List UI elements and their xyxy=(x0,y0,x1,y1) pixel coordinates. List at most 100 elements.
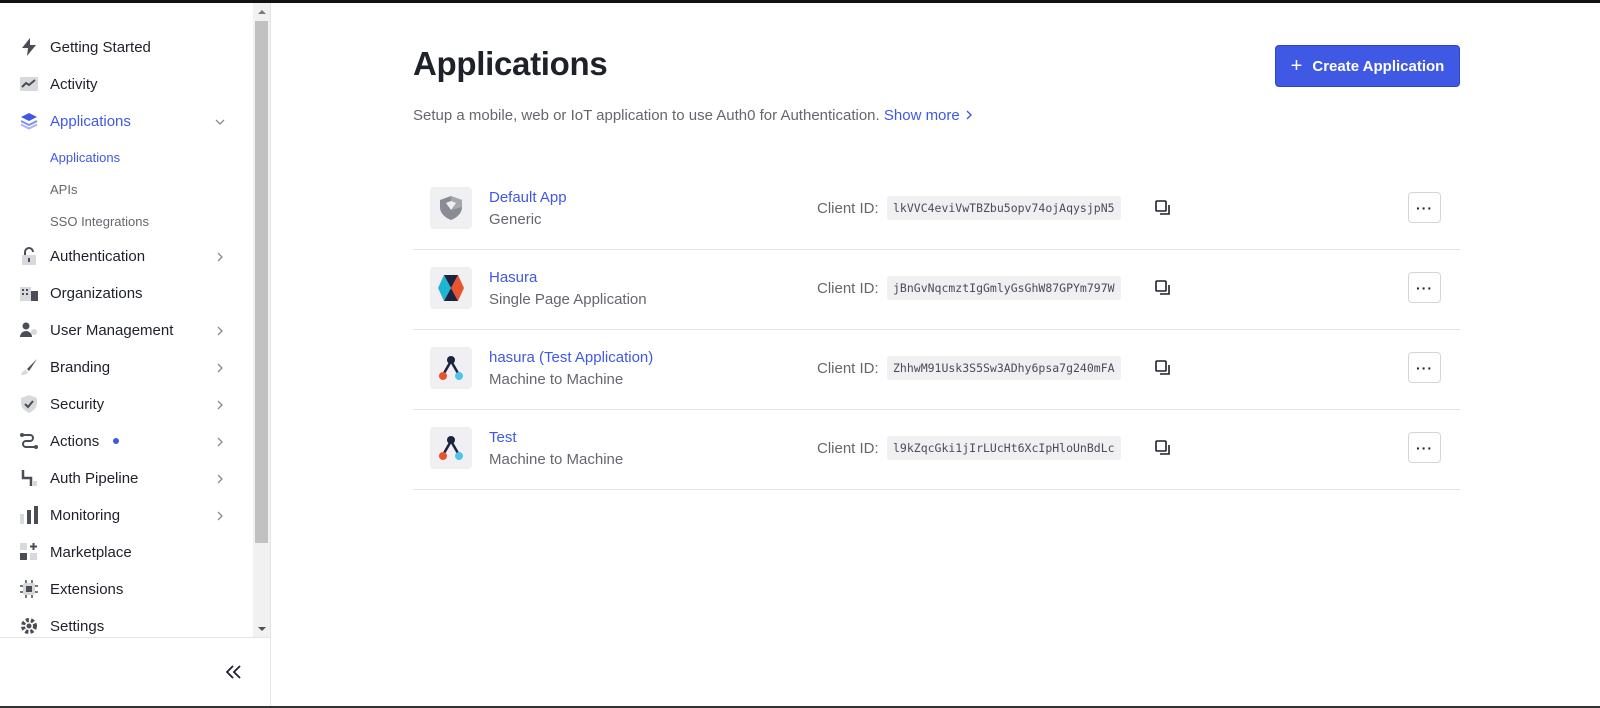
scroll-down-arrow-icon[interactable] xyxy=(253,620,270,637)
grid-plus-icon xyxy=(20,543,38,561)
more-options-button[interactable]: ··· xyxy=(1408,432,1441,463)
sidebar-item-authentication[interactable]: Authentication xyxy=(0,239,253,273)
page-title: Applications xyxy=(413,45,608,82)
chevron-right-icon xyxy=(214,509,226,521)
sidebar-item-monitoring[interactable]: Monitoring xyxy=(0,498,253,532)
pipeline-icon xyxy=(20,469,38,487)
user-gear-icon xyxy=(20,321,38,339)
sidebar-footer xyxy=(0,637,270,706)
plus-icon: + xyxy=(1290,55,1303,77)
bar-chart-icon xyxy=(20,506,38,524)
more-options-button[interactable]: ··· xyxy=(1408,352,1441,383)
client-id-value: jBnGvNqcmztIgGmlyGsGhW87GPYm797W xyxy=(887,276,1121,300)
chevron-right-icon xyxy=(214,324,226,336)
sidebar-item-label: Marketplace xyxy=(50,543,132,561)
sidebar-item-extensions[interactable]: Extensions xyxy=(0,572,253,606)
description-text: Setup a mobile, web or IoT application t… xyxy=(413,107,880,124)
copy-icon[interactable] xyxy=(1154,439,1172,457)
m2m-logo-icon xyxy=(430,347,472,389)
application-name-link[interactable]: Default App xyxy=(489,189,567,206)
application-name-link[interactable]: hasura (Test Application) xyxy=(489,349,653,366)
chevron-right-icon xyxy=(214,361,226,373)
notification-dot xyxy=(113,438,119,444)
more-options-button[interactable]: ··· xyxy=(1408,272,1441,303)
sidebar-item-security[interactable]: Security xyxy=(0,387,253,421)
sidebar-item-label: User Management xyxy=(50,321,174,339)
chevron-right-icon xyxy=(214,250,226,262)
sidebar-scrollbar[interactable] xyxy=(253,3,270,637)
sidebar-subitem-sso-integrations[interactable]: SSO Integrations xyxy=(50,214,149,229)
show-more-label: Show more xyxy=(883,107,960,124)
application-type: Machine to Machine xyxy=(489,371,624,388)
application-name-link[interactable]: Hasura xyxy=(489,269,537,286)
application-row: Default App Generic Client ID: lkVVC4evi… xyxy=(413,170,1460,250)
sidebar-item-label: Security xyxy=(50,395,105,413)
gear-icon xyxy=(20,617,38,635)
chevron-right-icon xyxy=(214,472,226,484)
sidebar-item-actions[interactable]: Actions xyxy=(0,424,253,458)
page-description: Setup a mobile, web or IoT application t… xyxy=(413,107,974,124)
shield-check-icon xyxy=(20,395,38,413)
sidebar-item-label: Activity xyxy=(50,75,98,93)
show-more-link[interactable]: Show more xyxy=(884,107,974,124)
double-chevron-left-icon xyxy=(226,665,241,679)
sidebar-item-label: Branding xyxy=(50,358,111,376)
hasura-logo-icon xyxy=(430,267,472,309)
scroll-thumb[interactable] xyxy=(255,21,268,543)
sidebar-item-label: Settings xyxy=(50,617,105,635)
m2m-logo-icon xyxy=(430,427,472,469)
chip-icon xyxy=(20,580,38,598)
sidebar-item-settings[interactable]: Settings xyxy=(0,609,253,637)
application-type: Single Page Application xyxy=(489,291,647,308)
sidebar-nav: Getting Started Activity Applications Ap… xyxy=(0,3,253,637)
application-row: Hasura Single Page Application Client ID… xyxy=(413,250,1460,330)
application-list: Default App Generic Client ID: lkVVC4evi… xyxy=(413,170,1460,490)
application-row: hasura (Test Application) Machine to Mac… xyxy=(413,330,1460,410)
sidebar-item-user-management[interactable]: User Management xyxy=(0,313,253,347)
client-id-value: l9kZqcGki1jIrLUcHt6XcIpHloUnBdLc xyxy=(887,436,1121,460)
copy-icon[interactable] xyxy=(1154,199,1172,217)
create-application-button[interactable]: + Create Application xyxy=(1275,45,1460,87)
lock-icon xyxy=(20,247,38,265)
flow-icon xyxy=(20,432,38,450)
client-id-label: Client ID: xyxy=(817,200,879,217)
sidebar-item-activity[interactable]: Activity xyxy=(0,67,253,101)
application-name-link[interactable]: Test xyxy=(489,429,517,446)
create-application-label: Create Application xyxy=(1312,57,1445,75)
chevron-down-icon xyxy=(214,115,226,127)
chevron-right-icon xyxy=(214,398,226,410)
main-content: Applications + Create Application Setup … xyxy=(271,3,1600,706)
client-id-label: Client ID: xyxy=(817,440,879,457)
collapse-sidebar-button[interactable] xyxy=(222,660,246,684)
copy-icon[interactable] xyxy=(1154,359,1172,377)
chevron-right-icon xyxy=(966,110,972,120)
sidebar-subitem-applications[interactable]: Applications xyxy=(50,150,120,165)
sidebar-item-label: Monitoring xyxy=(50,506,121,524)
application-type: Generic xyxy=(489,211,542,228)
sidebar-item-label: Getting Started xyxy=(50,38,151,56)
scroll-up-arrow-icon[interactable] xyxy=(253,3,270,20)
sidebar-item-label: Extensions xyxy=(50,580,124,598)
sidebar-item-label: Applications xyxy=(50,112,131,130)
sidebar-subitem-apis[interactable]: APIs xyxy=(50,182,77,197)
sidebar-item-label: Organizations xyxy=(50,284,143,302)
sidebar-item-marketplace[interactable]: Marketplace xyxy=(0,535,253,569)
chevron-right-icon xyxy=(214,435,226,447)
sidebar-item-branding[interactable]: Branding xyxy=(0,350,253,384)
sidebar-item-label: Authentication xyxy=(50,247,146,265)
activity-chart-icon xyxy=(20,75,38,93)
sidebar: Getting Started Activity Applications Ap… xyxy=(0,3,271,706)
application-row: Test Machine to Machine Client ID: l9kZq… xyxy=(413,410,1460,490)
sidebar-item-auth-pipeline[interactable]: Auth Pipeline xyxy=(0,461,253,495)
layers-icon xyxy=(20,112,38,130)
copy-icon[interactable] xyxy=(1154,279,1172,297)
sidebar-item-label: Auth Pipeline xyxy=(50,469,139,487)
sidebar-item-label: Actions xyxy=(50,432,100,450)
building-icon xyxy=(20,284,38,302)
sidebar-item-organizations[interactable]: Organizations xyxy=(0,276,253,310)
brush-icon xyxy=(20,358,38,376)
client-id-value: ZhhwM91Usk3S5Sw3ADhy6psa7g240mFA xyxy=(887,356,1121,380)
sidebar-item-getting-started[interactable]: Getting Started xyxy=(0,30,253,64)
more-options-button[interactable]: ··· xyxy=(1408,192,1441,223)
sidebar-item-applications[interactable]: Applications xyxy=(0,104,253,138)
